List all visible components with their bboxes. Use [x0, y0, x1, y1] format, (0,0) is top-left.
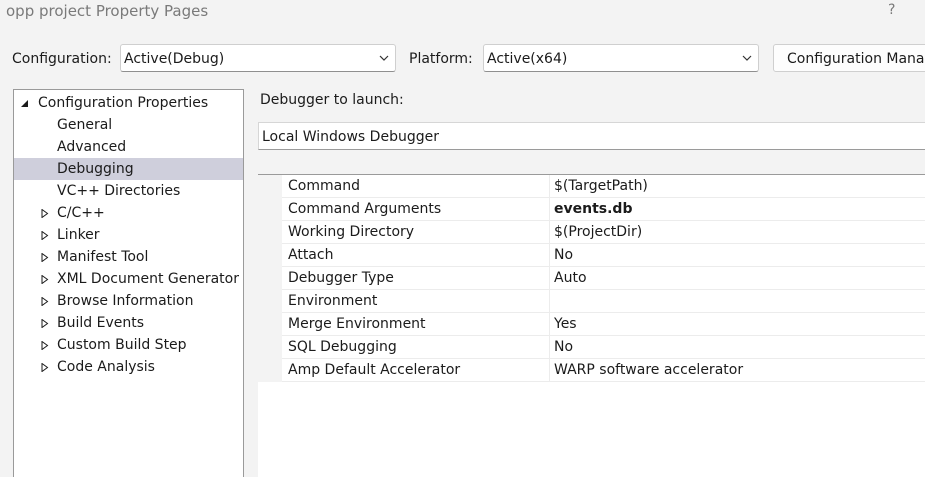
platform-label: Platform: [409, 51, 473, 67]
tree-item-label: Custom Build Step [57, 337, 187, 353]
property-row-merge-environment[interactable]: Merge Environment Yes [282, 313, 925, 336]
property-value[interactable]: No [554, 339, 573, 355]
tree-item-manifest-tool[interactable]: Manifest Tool [14, 246, 243, 268]
column-divider [549, 313, 550, 335]
debugger-to-launch-dropdown[interactable]: Local Windows Debugger [258, 122, 925, 150]
triangle-right-icon[interactable] [41, 275, 49, 284]
tree-item-label: XML Document Generator [57, 271, 239, 287]
property-row-environment[interactable]: Environment [282, 290, 925, 313]
property-tree[interactable]: Configuration Properties General Advance… [13, 89, 244, 477]
configuration-dropdown[interactable]: Active(Debug) [120, 44, 396, 72]
property-name: Debugger Type [288, 270, 394, 286]
triangle-right-icon[interactable] [41, 341, 49, 350]
tree-item-label: Build Events [57, 315, 144, 331]
triangle-right-icon[interactable] [41, 297, 49, 306]
debugging-panel: Debugger to launch: Local Windows Debugg… [258, 89, 925, 477]
property-name: Attach [288, 247, 334, 263]
chevron-down-icon [742, 55, 752, 61]
tree-item-label: VC++ Directories [57, 183, 181, 199]
tree-item-label: Manifest Tool [57, 249, 149, 265]
property-value[interactable]: Auto [554, 270, 587, 286]
debugger-to-launch-value: Local Windows Debugger [262, 129, 439, 145]
triangle-right-icon[interactable] [41, 209, 49, 218]
column-divider [549, 290, 550, 312]
column-divider [549, 175, 550, 197]
property-row-attach[interactable]: Attach No [282, 244, 925, 267]
property-row-command-arguments[interactable]: Command Arguments events.db [282, 198, 925, 221]
platform-dropdown[interactable]: Active(x64) [483, 44, 759, 72]
tree-item-vc-directories[interactable]: VC++ Directories [14, 180, 243, 202]
property-row-sql-debugging[interactable]: SQL Debugging No [282, 336, 925, 359]
property-row-amp-default-accelerator[interactable]: Amp Default Accelerator WARP software ac… [282, 359, 925, 382]
property-row-command[interactable]: Command $(TargetPath) [282, 175, 925, 198]
configuration-manager-button[interactable]: Configuration Manager... [773, 44, 925, 72]
property-value[interactable]: No [554, 247, 573, 263]
triangle-right-icon[interactable] [41, 319, 49, 328]
property-row-debugger-type[interactable]: Debugger Type Auto [282, 267, 925, 290]
tree-item-general[interactable]: General [14, 114, 243, 136]
column-divider [549, 244, 550, 266]
triangle-right-icon[interactable] [41, 363, 49, 372]
property-name: Command [288, 178, 360, 194]
tree-item-label: Debugging [57, 161, 134, 177]
help-button[interactable]: ? [888, 2, 895, 18]
triangle-right-icon[interactable] [41, 253, 49, 262]
configuration-value: Active(Debug) [124, 51, 225, 67]
property-name: SQL Debugging [288, 339, 397, 355]
property-value[interactable]: events.db [554, 201, 632, 217]
property-name: Amp Default Accelerator [288, 362, 461, 378]
property-row-working-directory[interactable]: Working Directory $(ProjectDir) [282, 221, 925, 244]
column-divider [549, 221, 550, 243]
column-divider [549, 359, 550, 381]
property-value[interactable]: $(ProjectDir) [554, 224, 642, 240]
tree-item-c-cpp[interactable]: C/C++ [14, 202, 243, 224]
debugger-to-launch-label: Debugger to launch: [260, 92, 404, 108]
tree-item-label: General [57, 117, 113, 133]
tree-item-debugging[interactable]: Debugging [14, 158, 243, 180]
tree-item-label: Browse Information [57, 293, 194, 309]
column-divider [549, 267, 550, 289]
tree-item-label: Code Analysis [57, 359, 155, 375]
tree-item-build-events[interactable]: Build Events [14, 312, 243, 334]
property-name: Environment [288, 293, 378, 309]
property-name: Merge Environment [288, 316, 426, 332]
platform-value: Active(x64) [487, 51, 568, 67]
tree-item-xml-document-generator[interactable]: XML Document Generator [14, 268, 243, 290]
title-bar: opp project Property Pages ? [0, 0, 925, 24]
tree-item-label: Advanced [57, 139, 127, 155]
tree-item-label: Configuration Properties [38, 95, 209, 111]
property-value[interactable]: WARP software accelerator [554, 362, 743, 378]
tree-item-code-analysis[interactable]: Code Analysis [14, 356, 243, 378]
triangle-right-icon[interactable] [41, 231, 49, 240]
tree-item-custom-build-step[interactable]: Custom Build Step [14, 334, 243, 356]
property-value[interactable]: $(TargetPath) [554, 178, 648, 194]
configuration-toolbar: Configuration: Active(Debug) Platform: A… [0, 44, 925, 74]
tree-item-advanced[interactable]: Advanced [14, 136, 243, 158]
property-pages-window: opp project Property Pages ? Configurati… [0, 0, 925, 477]
triangle-down-right-icon[interactable] [21, 99, 29, 108]
property-grid: Command $(TargetPath) Command Arguments … [258, 174, 925, 477]
window-title: opp project Property Pages [6, 2, 209, 20]
tree-item-browse-information[interactable]: Browse Information [14, 290, 243, 312]
property-grid-gutter [258, 175, 282, 382]
tree-item-linker[interactable]: Linker [14, 224, 243, 246]
tree-item-label: Linker [57, 227, 100, 243]
configuration-label: Configuration: [12, 51, 112, 67]
column-divider [549, 198, 550, 220]
property-name: Command Arguments [288, 201, 442, 217]
property-value[interactable]: Yes [554, 316, 577, 332]
tree-item-configuration-properties[interactable]: Configuration Properties [14, 92, 243, 114]
tree-item-label: C/C++ [57, 205, 105, 221]
column-divider [549, 336, 550, 358]
property-name: Working Directory [288, 224, 415, 240]
chevron-down-icon [379, 55, 389, 61]
configuration-manager-label: Configuration Manager... [787, 51, 925, 67]
